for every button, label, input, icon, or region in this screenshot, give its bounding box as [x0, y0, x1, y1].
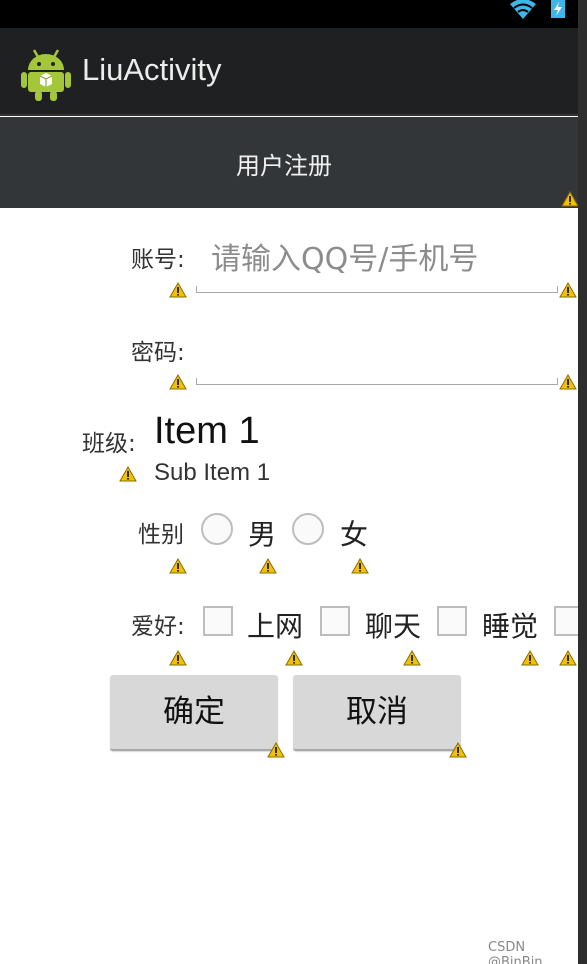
hobby-sleep-checkbox[interactable]: [437, 606, 467, 636]
gender-female-label[interactable]: 女: [340, 513, 368, 553]
hobby-internet-checkbox[interactable]: [203, 606, 233, 636]
device-screen: LiuActivity 用户注册 账号: 请输入QQ号/手机号 密码: 班级: …: [0, 0, 578, 964]
confirm-button[interactable]: 确定: [110, 675, 278, 751]
hobby-internet-label[interactable]: 上网: [247, 605, 303, 645]
hobby-label: 爱好:: [131, 614, 185, 640]
cancel-button[interactable]: 取消: [293, 675, 461, 751]
warning-icon: [169, 282, 187, 298]
hobby-sleep-label[interactable]: 睡觉: [482, 605, 538, 645]
warning-icon: [285, 650, 303, 666]
hobby-chat-checkbox[interactable]: [320, 606, 350, 636]
header-title: 用户注册: [236, 152, 332, 180]
password-label: 密码:: [131, 340, 185, 366]
warning-icon: [561, 191, 578, 207]
battery-charging-icon: [551, 0, 565, 18]
android-robot-icon: [21, 49, 71, 101]
account-input[interactable]: 请输入QQ号/手机号: [211, 234, 478, 278]
warning-icon: [169, 374, 187, 390]
warning-icon: [351, 558, 369, 574]
wifi-icon: [510, 0, 536, 19]
warning-icon: [267, 742, 285, 758]
app-title: LiuActivity: [82, 52, 222, 87]
account-label: 账号:: [131, 247, 185, 273]
hobby-overflow-checkbox[interactable]: [554, 606, 578, 636]
password-input-underline[interactable]: [196, 378, 558, 385]
action-bar: LiuActivity: [0, 28, 578, 116]
class-spinner-subitem[interactable]: Sub Item 1: [154, 459, 270, 487]
warning-icon: [559, 650, 577, 666]
warning-icon: [559, 282, 577, 298]
warning-icon: [169, 558, 187, 574]
warning-icon: [449, 742, 467, 758]
gender-female-radio[interactable]: [292, 513, 324, 545]
status-bar: [0, 0, 578, 28]
password-input[interactable]: [196, 330, 558, 378]
watermark: CSDN @BinBin: [488, 940, 543, 964]
header-bar: 用户注册: [0, 117, 578, 208]
warning-icon: [559, 374, 577, 390]
device-edge: [578, 0, 587, 964]
account-input-underline[interactable]: [196, 286, 558, 293]
class-spinner-item[interactable]: Item 1: [154, 410, 260, 453]
warning-icon: [521, 650, 539, 666]
gender-label: 性别: [138, 522, 184, 548]
warning-icon: [119, 466, 137, 482]
hobby-chat-label[interactable]: 聊天: [365, 605, 421, 645]
gender-male-radio[interactable]: [201, 513, 233, 545]
gender-male-label[interactable]: 男: [248, 513, 276, 553]
warning-icon: [403, 650, 421, 666]
class-label: 班级:: [82, 431, 136, 457]
warning-icon: [169, 650, 187, 666]
warning-icon: [259, 558, 277, 574]
